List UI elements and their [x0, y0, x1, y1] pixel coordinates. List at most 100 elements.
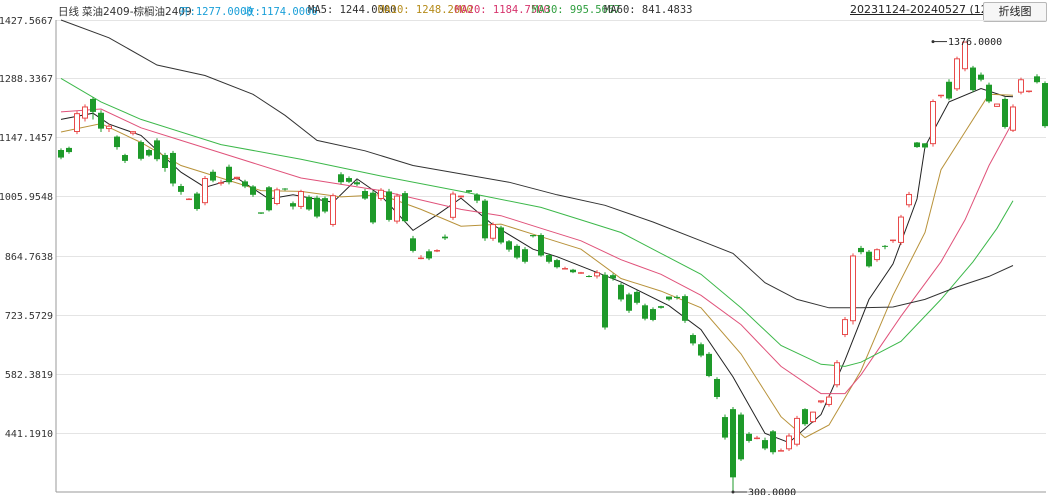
candle	[682, 294, 688, 323]
candle-body	[778, 450, 784, 452]
candle	[202, 175, 208, 206]
y-tick-label: 864.7638	[5, 252, 53, 263]
candle-body	[970, 67, 976, 91]
candle-body	[570, 269, 576, 273]
candle	[330, 193, 336, 227]
extreme-annotation: 1376.0000	[931, 37, 1002, 48]
candle	[650, 307, 656, 322]
candle	[162, 152, 168, 172]
candle-body	[746, 433, 752, 441]
candle-body	[642, 305, 648, 319]
candle	[706, 352, 712, 378]
candle-body	[394, 195, 400, 222]
candle-body	[994, 103, 1000, 107]
candle	[362, 188, 368, 200]
y-tick-label: 441.1910	[5, 429, 53, 440]
candle	[1034, 74, 1040, 84]
candle-body	[898, 216, 904, 243]
candle-body	[122, 155, 128, 161]
candle-body	[186, 198, 192, 201]
candle-body	[738, 414, 744, 460]
candle	[338, 172, 344, 185]
candle-body	[98, 112, 104, 129]
candle-body	[578, 272, 584, 274]
candle	[930, 99, 936, 147]
candle	[602, 272, 608, 330]
annotation-dot	[731, 490, 735, 494]
y-tick-label: 1147.1457	[0, 133, 53, 144]
candle	[138, 140, 144, 161]
candle	[274, 187, 280, 206]
candle	[114, 135, 120, 150]
candle-body	[954, 58, 960, 90]
candle-body	[170, 152, 176, 184]
y-tick-label: 723.5729	[5, 311, 53, 322]
candle	[250, 185, 256, 197]
candle	[722, 414, 728, 440]
candle-body	[138, 142, 144, 159]
candle-body	[346, 178, 352, 182]
candle	[122, 153, 128, 163]
annotation-label: 300.0000	[748, 488, 796, 495]
candle	[130, 131, 136, 136]
candle	[514, 244, 520, 260]
candle-body	[162, 155, 168, 169]
candle-body	[930, 101, 936, 145]
gridlines	[56, 20, 1046, 434]
candle-body	[474, 194, 480, 201]
candle-body	[306, 196, 312, 210]
annotation-dot	[931, 40, 935, 44]
candle-body	[610, 275, 616, 279]
candle-body	[466, 190, 472, 192]
candle-body	[730, 409, 736, 478]
candle-body	[354, 182, 360, 185]
candle-body	[322, 198, 328, 212]
candle-body	[938, 94, 944, 97]
candle	[658, 305, 664, 309]
candle-body	[66, 147, 72, 153]
candle	[450, 191, 456, 220]
candle	[58, 148, 64, 160]
candle	[442, 234, 448, 241]
candle	[802, 408, 808, 426]
candle	[738, 412, 744, 462]
candle-body	[274, 189, 280, 205]
candle	[586, 275, 592, 278]
candle-body	[850, 255, 856, 322]
candle-body	[1034, 76, 1040, 83]
candle-body	[650, 309, 656, 320]
candle	[794, 415, 800, 447]
candle-body	[810, 411, 816, 423]
candle	[290, 201, 296, 210]
y-tick-label: 582.3819	[5, 370, 53, 381]
candle-body	[762, 440, 768, 449]
candle	[914, 142, 920, 148]
candle-body	[922, 143, 928, 148]
candle	[418, 255, 424, 260]
y-tick-label: 1288.3367	[0, 74, 53, 85]
candle	[90, 97, 96, 120]
candle	[858, 245, 864, 255]
candle-body	[674, 296, 680, 298]
candle	[754, 435, 760, 440]
candle	[618, 282, 624, 302]
candle-body	[538, 234, 544, 256]
candle	[98, 110, 104, 133]
candle	[498, 225, 504, 245]
candle-body	[426, 251, 432, 259]
candle	[530, 234, 536, 238]
candle-body	[458, 195, 464, 198]
annotation-label: 1376.0000	[948, 37, 1002, 48]
candle-body	[234, 176, 240, 179]
candle	[834, 360, 840, 388]
candle-body	[298, 191, 304, 207]
candle-body	[658, 306, 664, 308]
candle	[1010, 104, 1016, 133]
candle	[402, 191, 408, 223]
candle	[298, 189, 304, 210]
candle	[186, 198, 192, 201]
candle-body	[722, 417, 728, 438]
candle	[410, 235, 416, 253]
candle-body	[754, 437, 760, 440]
candle-body	[866, 251, 872, 267]
